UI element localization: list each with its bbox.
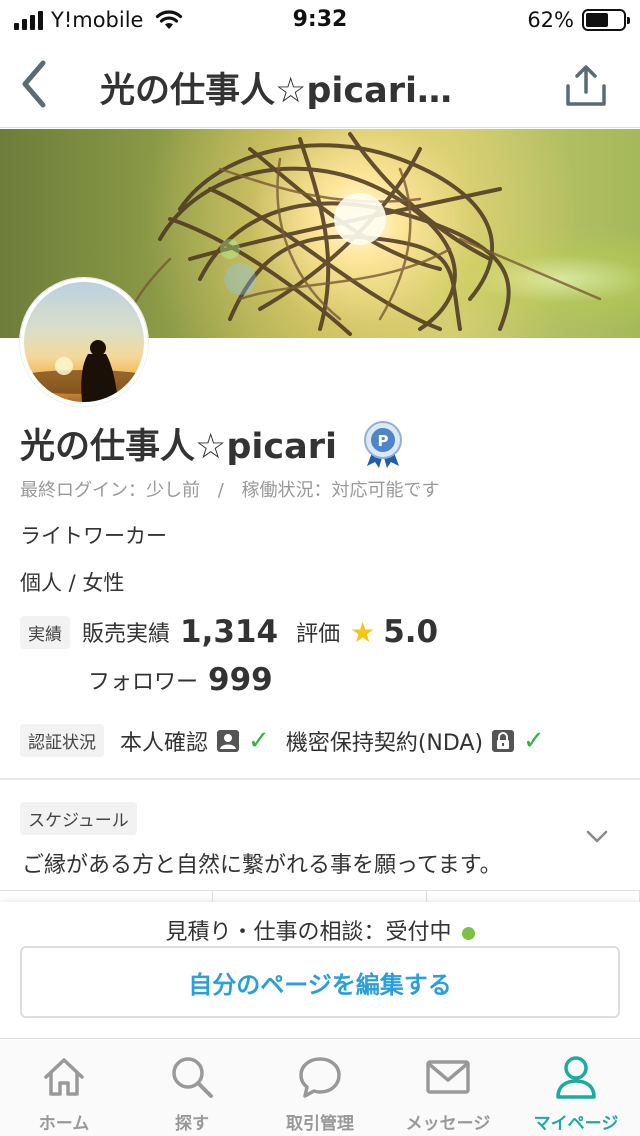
schedule-tag: スケジュール (20, 802, 137, 835)
tab-home[interactable]: ホーム (0, 1039, 128, 1136)
divider (0, 778, 640, 780)
home-icon (44, 1058, 84, 1096)
battery-icon (582, 9, 630, 31)
consultation-status-text: 見積り・仕事の相談：受付中 (165, 920, 452, 945)
follower-label: フォロワー (88, 670, 199, 695)
tab-mypage[interactable]: マイページ (512, 1039, 640, 1136)
schedule-section[interactable]: スケジュール (20, 802, 137, 835)
tab-messages[interactable]: メッセージ (384, 1039, 512, 1136)
battery-level (586, 13, 609, 27)
lock-icon (492, 729, 515, 752)
rating-value: 5.0 (383, 614, 439, 650)
check-icon: ✓ (523, 725, 545, 756)
schedule-text: ご縁がある方と自然に繋がれる事を願ってます。 (22, 853, 502, 878)
back-button[interactable] (14, 56, 54, 112)
sales-label: 販売実績 (82, 622, 171, 647)
content-tabs-hint (0, 890, 640, 902)
last-login: 最終ログイン：少し前 (20, 480, 200, 501)
tab-transactions[interactable]: 取引管理 (256, 1039, 384, 1136)
verification-row: 認証状況 本人確認 ✓ 機密保持契約(NDA) ✓ (20, 724, 561, 757)
chat-bubble-icon (299, 1057, 341, 1098)
performance-tag: 実績 (20, 615, 70, 649)
tab-label: ホーム (38, 1114, 90, 1134)
status-dot (461, 926, 475, 940)
share-button[interactable] (562, 62, 610, 110)
share-icon (566, 65, 606, 106)
nda-verification: 機密保持契約(NDA) ✓ (286, 725, 545, 757)
tab-label: 探す (175, 1114, 209, 1134)
person-icon (556, 1056, 596, 1099)
tab-label: マイページ (533, 1114, 619, 1134)
separator: / (217, 480, 224, 501)
page-title: 光の仕事人☆picari… (100, 71, 453, 111)
id-card-icon (217, 729, 240, 752)
rating-label: 評価 (296, 622, 341, 647)
edit-page-button[interactable]: 自分のページを編集する (20, 946, 620, 1018)
profile-attributes: 個人 / 女性 (20, 571, 125, 595)
verification-tag: 認証状況 (20, 724, 104, 757)
profile-name-row: 光の仕事人☆picari P (20, 418, 405, 469)
tab-bar: ホーム 探す 取引管理 メッセージ マイページ (0, 1038, 640, 1136)
identity-label: 本人確認 (120, 730, 209, 756)
star-icon: ★ (350, 615, 376, 649)
nda-label: 機密保持契約(NDA) (285, 730, 484, 756)
performance-row: 実績 販売実績 1,314 評価 ★ 5.0 (20, 614, 438, 650)
profile-name: 光の仕事人☆picari (20, 427, 338, 467)
svg-text:P: P (378, 432, 389, 450)
follower-row[interactable]: フォロワー 999 (88, 662, 273, 698)
battery-percent: 62% (527, 8, 574, 32)
rank-badge-icon: P (364, 420, 403, 468)
mail-icon (426, 1060, 470, 1094)
consultation-status: 見積り・仕事の相談：受付中 (0, 914, 640, 946)
sales-value: 1,314 (180, 614, 279, 650)
action-area: 見積り・仕事の相談：受付中 自分のページを編集する (0, 902, 640, 1038)
avatar[interactable] (20, 278, 148, 406)
nav-bar: 光の仕事人☆picari… (0, 40, 640, 128)
status-bar: Y!mobile 9:32 62% (0, 0, 640, 40)
job-title: ライトワーカー (20, 524, 167, 548)
tab-label: メッセージ (405, 1114, 491, 1134)
chevron-left-icon (22, 60, 46, 108)
chevron-down-icon[interactable] (584, 824, 610, 850)
search-icon (172, 1057, 213, 1098)
login-status-line: 最終ログイン：少し前 / 稼働状況：対応可能です (20, 476, 440, 502)
tab-search[interactable]: 探す (128, 1039, 256, 1136)
tab-label: 取引管理 (286, 1114, 354, 1134)
identity-verification: 本人確認 ✓ (120, 725, 270, 757)
work-status: 稼働状況：対応可能です (241, 480, 440, 501)
check-icon: ✓ (248, 725, 270, 756)
follower-value: 999 (208, 662, 273, 698)
